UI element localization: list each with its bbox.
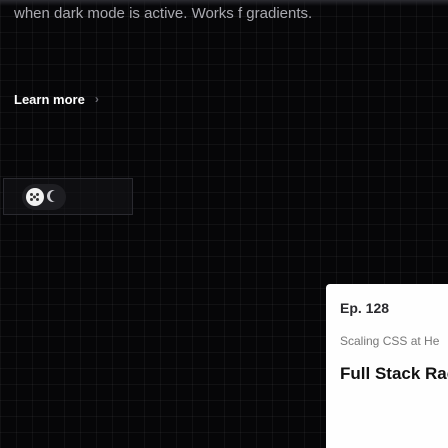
- episode-card[interactable]: Ep. 128 Scaling CSS at He Full Stack Rac: [326, 284, 448, 448]
- episode-subtitle: Scaling CSS at He: [340, 334, 440, 348]
- episode-title: Full Stack Rac: [340, 364, 448, 383]
- theme-toggle[interactable]: [22, 184, 66, 210]
- hero-description: when dark mode is active. Works f gradie…: [14, 5, 313, 22]
- learn-more-link[interactable]: Learn more ›: [4, 82, 116, 116]
- page-canvas: when dark mode is active. Works f gradie…: [0, 0, 448, 448]
- moon-icon: [50, 190, 62, 202]
- episode-number: Ep. 128: [340, 300, 390, 316]
- chevron-right-icon: ›: [94, 92, 99, 106]
- learn-more-label: Learn more: [14, 91, 85, 107]
- dots-icon: [26, 188, 44, 206]
